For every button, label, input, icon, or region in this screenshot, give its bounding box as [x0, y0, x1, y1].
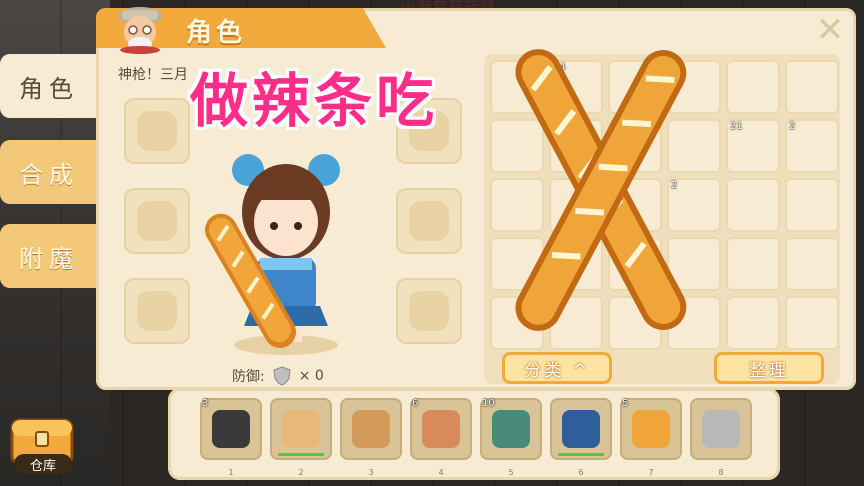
equip-slot-chest[interactable] [124, 188, 190, 254]
boots-icon [137, 291, 177, 331]
hotbar-slot[interactable] [340, 398, 402, 460]
tab-enchant[interactable]: 附魔 [0, 224, 98, 288]
backpack-slot[interactable]: 21 [726, 119, 780, 173]
hotbar-slot-number: 6 [578, 468, 584, 477]
pet-icon [409, 291, 449, 331]
backpack-slot[interactable] [726, 178, 780, 232]
wand-icon [562, 410, 600, 448]
tab-character[interactable]: 角色 [0, 54, 98, 118]
backpack-slot[interactable] [726, 237, 780, 291]
backpack-slot[interactable] [726, 60, 780, 114]
equip-slot-shoes[interactable] [124, 278, 190, 344]
fish-icon [492, 410, 530, 448]
hotbar-slot-count: 3 [202, 398, 209, 409]
backpack-slot[interactable] [785, 60, 839, 114]
hotbar-slot-count: 10 [482, 398, 495, 409]
durability-bar [558, 453, 604, 456]
category-button[interactable]: 分类 ^ [502, 352, 612, 384]
slot-count: 21 [730, 121, 743, 132]
backpack-slot[interactable] [785, 296, 839, 350]
defense-value: × 0 [298, 368, 324, 384]
equip-slot-helmet[interactable] [124, 98, 190, 164]
hotbar-slot-count: 6 [412, 398, 419, 409]
old-man-avatar-icon [118, 7, 162, 54]
backpack-slot[interactable] [726, 296, 780, 350]
hotbar-slot-number: 2 [298, 468, 304, 477]
hotbar-slot[interactable]: 5 [620, 398, 682, 460]
defense-label: 防御: [232, 369, 265, 385]
character-quote: 神枪！三月 [118, 67, 188, 83]
pickaxe-icon [352, 410, 390, 448]
stone-block-icon [702, 410, 740, 448]
equip-slot-pet[interactable] [396, 278, 462, 344]
bacon-icon [422, 410, 460, 448]
ore-icon [212, 410, 250, 448]
chestplate-icon [137, 201, 177, 241]
durability-bar [278, 453, 324, 456]
backpack-slot[interactable]: 2 [785, 119, 839, 173]
hotbar-slot-number: 5 [508, 468, 514, 477]
equip-slot-cape[interactable] [396, 188, 462, 254]
backpack-slot[interactable] [785, 178, 839, 232]
shovel-icon [282, 410, 320, 448]
hotbar-slot[interactable]: 10 [480, 398, 542, 460]
bread-icon [632, 410, 670, 448]
helmet-icon [137, 111, 177, 151]
backpack-slot[interactable] [785, 237, 839, 291]
video-caption: 做辣条吃 [190, 67, 439, 135]
hotbar-slot[interactable] [270, 398, 332, 460]
defense-stat: 防御: × 0 [232, 366, 324, 386]
shield-icon [273, 366, 291, 386]
slot-count: 2 [789, 121, 796, 132]
baguette-held-icon [205, 213, 296, 348]
hotbar-slot-number: 8 [718, 468, 724, 477]
close-button[interactable]: ✕ [812, 10, 848, 50]
tab-craft[interactable]: 合成 [0, 140, 98, 204]
arrange-button[interactable]: 整理 [714, 352, 824, 384]
hotbar-slot-count: 5 [622, 398, 629, 409]
hotbar-slot[interactable] [690, 398, 752, 460]
hotbar-slot-number: 1 [228, 468, 234, 477]
hotbar-slot-number: 3 [368, 468, 374, 477]
hotbar-slot[interactable]: 3 [200, 398, 262, 460]
cape-icon [409, 201, 449, 241]
crossed-baguettes-icon [515, 49, 687, 331]
page-title: 角色 [186, 18, 247, 48]
storage-button[interactable]: 仓库 [14, 454, 72, 474]
hotbar-slot[interactable] [550, 398, 612, 460]
hotbar-slot[interactable]: 6 [410, 398, 472, 460]
hotbar-slot-number: 7 [648, 468, 654, 477]
hotbar-slot-number: 4 [438, 468, 444, 477]
